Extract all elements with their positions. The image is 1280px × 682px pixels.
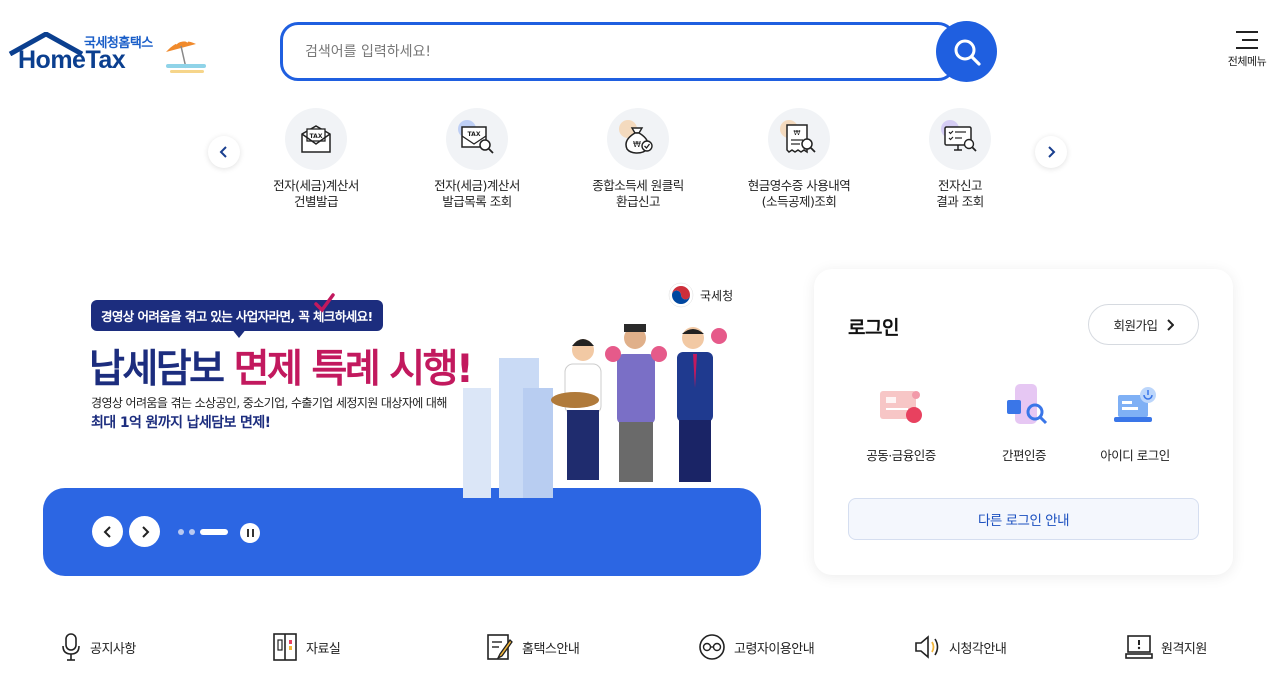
bottom-link-label: 고령자이용안내 xyxy=(734,641,815,657)
glasses-icon xyxy=(699,634,725,660)
headline-part-c: 시행! xyxy=(389,347,474,392)
nts-emblem: 국세청 xyxy=(668,282,733,308)
quick-item-line2: 건별발급 xyxy=(293,194,339,209)
banner-pause-button[interactable] xyxy=(240,523,260,543)
bottom-link-label: 공지사항 xyxy=(90,641,136,657)
speaker-icon xyxy=(915,635,939,659)
quick-item-line1: 전자신고 xyxy=(937,178,983,193)
quick-item-line1: 현금영수증 사용내역 xyxy=(747,178,851,193)
hamburger-icon xyxy=(1236,31,1258,49)
banner-subtext: 경영상 어려움을 겪는 소상공인, 중소기업, 수출기업 세정지원 대상자에 대… xyxy=(91,396,447,410)
quick-menu-next-button[interactable] xyxy=(1035,136,1067,168)
remote-support-icon xyxy=(1125,635,1153,659)
other-login-button[interactable]: 다른 로그인 안내 xyxy=(848,498,1199,540)
headline-part-b: 면제 특례 xyxy=(233,347,381,392)
svg-text:₩: ₩ xyxy=(633,140,641,149)
svg-text:TAX: TAX xyxy=(310,133,323,140)
pill-tail xyxy=(231,328,247,338)
tax-invoice-icon: TAX xyxy=(285,108,347,170)
quick-item-invoice-list[interactable]: TAX 전자(세금)계산서 발급목록 조회 xyxy=(407,108,547,210)
quick-item-e-filing-result[interactable]: 전자신고 결과 조회 xyxy=(890,108,1030,210)
quick-item-income-tax-refund[interactable]: ₩ 종합소득세 원클릭 환급신고 xyxy=(568,108,708,210)
chevron-right-icon xyxy=(1048,146,1056,158)
banner-next-button[interactable] xyxy=(129,516,160,547)
receipt-icon: ₩ xyxy=(768,108,830,170)
search-input[interactable] xyxy=(305,39,905,65)
chevron-left-icon xyxy=(219,146,227,158)
svg-text:TAX: TAX xyxy=(468,131,481,138)
microphone-icon xyxy=(62,633,80,661)
join-button[interactable]: 회원가입 xyxy=(1088,304,1199,345)
slide-dot-active[interactable] xyxy=(200,529,228,535)
login-id[interactable]: 아이디 로그인 xyxy=(1080,381,1190,464)
remote-support-link[interactable]: 원격지원 xyxy=(1125,632,1207,662)
slide-indicator xyxy=(178,529,233,535)
quick-item-line2: 결과 조회 xyxy=(936,194,984,209)
chevron-right-icon xyxy=(1166,318,1174,331)
hometax-guide-link[interactable]: 홈택스안내 xyxy=(486,632,580,662)
checkmark-icon xyxy=(314,293,335,313)
bottom-link-label: 자료실 xyxy=(306,641,341,657)
all-menu-button[interactable]: 전체메뉴 xyxy=(1220,28,1274,78)
pause-icon xyxy=(246,529,249,537)
quick-item-line1: 전자(세금)계산서 xyxy=(434,178,520,193)
chevron-left-icon xyxy=(103,525,111,538)
monitor-check-icon xyxy=(929,108,991,170)
senior-guide-link[interactable]: 고령자이용안내 xyxy=(698,632,815,662)
slide-dot[interactable] xyxy=(189,529,195,535)
audiovisual-guide-link[interactable]: 시청각안내 xyxy=(913,632,1007,662)
agency-name: 국세청 xyxy=(700,288,734,303)
login-card: 로그인 회원가입 공동·금융인증 간편인증 아이디 로그인 다른 로그인 안내 xyxy=(814,269,1233,575)
pill-suffix: 하세요! xyxy=(334,309,373,324)
main-banner[interactable]: 국세청 경영상 어려움을 겪고 있는 사업자라면, 꼭 체크하세요! 납세담보 … xyxy=(43,258,761,576)
login-option-label: 간편인증 xyxy=(1001,448,1047,463)
quick-item-line2: 발급목록 조회 xyxy=(442,194,512,209)
bottom-link-label: 홈택스안내 xyxy=(522,641,580,657)
banner-subtext-bold: 최대 1억 원까지 납세담보 면제! xyxy=(91,415,271,431)
chevron-right-icon xyxy=(141,525,149,538)
login-certificate[interactable]: 공동·금융인증 xyxy=(846,381,956,464)
search-icon xyxy=(954,39,981,66)
tax-search-icon: TAX xyxy=(446,108,508,170)
quick-item-line1: 종합소득세 원클릭 xyxy=(592,178,684,193)
quick-menu-prev-button[interactable] xyxy=(208,136,240,168)
beach-umbrella-icon xyxy=(166,39,206,73)
id-login-icon xyxy=(1114,387,1156,422)
banner-headline: 납세담보 면제 특례 시행! xyxy=(89,338,474,394)
pill-prefix: 경영상 어려움을 겪고 있는 사업자라면, xyxy=(101,309,295,324)
search-box xyxy=(280,22,956,81)
quick-item-tax-invoice[interactable]: TAX 전자(세금)계산서 건별발급 xyxy=(246,108,386,210)
login-option-label: 공동·금융인증 xyxy=(866,448,936,463)
search-button[interactable] xyxy=(936,21,997,82)
hometax-logo[interactable]: 국세청홈택스 HomeTax xyxy=(8,28,208,78)
simple-auth-icon xyxy=(1007,384,1048,425)
people-illustration xyxy=(463,324,727,498)
archive-icon xyxy=(273,633,297,661)
banner-pill: 경영상 어려움을 겪고 있는 사업자라면, 꼭 체크하세요! xyxy=(91,300,383,331)
headline-part-a: 납세담보 xyxy=(89,347,225,392)
pause-icon-bar xyxy=(251,529,254,537)
taegeuk-icon xyxy=(668,282,694,308)
money-bag-icon: ₩ xyxy=(607,108,669,170)
bottom-link-label: 시청각안내 xyxy=(949,641,1007,657)
quick-item-line2: 환급신고 xyxy=(615,194,661,209)
quick-item-line1: 전자(세금)계산서 xyxy=(273,178,359,193)
logo-english-text: HomeTax xyxy=(18,46,126,74)
slide-dot[interactable] xyxy=(178,529,184,535)
archive-link[interactable]: 자료실 xyxy=(272,632,341,662)
login-option-label: 아이디 로그인 xyxy=(1100,448,1170,463)
all-menu-label: 전체메뉴 xyxy=(1227,55,1267,68)
login-title: 로그인 xyxy=(848,317,899,339)
pill-emphasis-1: 꼭 xyxy=(298,309,310,324)
quick-item-cash-receipt[interactable]: ₩ 현금영수증 사용내역 (소득공제)조회 xyxy=(729,108,869,210)
svg-text:₩: ₩ xyxy=(794,129,801,137)
certificate-icon xyxy=(880,391,922,423)
bottom-link-label: 원격지원 xyxy=(1161,641,1207,657)
banner-prev-button[interactable] xyxy=(92,516,123,547)
login-simple-auth[interactable]: 간편인증 xyxy=(969,381,1079,464)
notice-link[interactable]: 공지사항 xyxy=(60,632,136,662)
document-pen-icon xyxy=(487,634,513,660)
join-label: 회원가입 xyxy=(1113,318,1158,333)
quick-item-line2: (소득공제)조회 xyxy=(761,194,837,209)
